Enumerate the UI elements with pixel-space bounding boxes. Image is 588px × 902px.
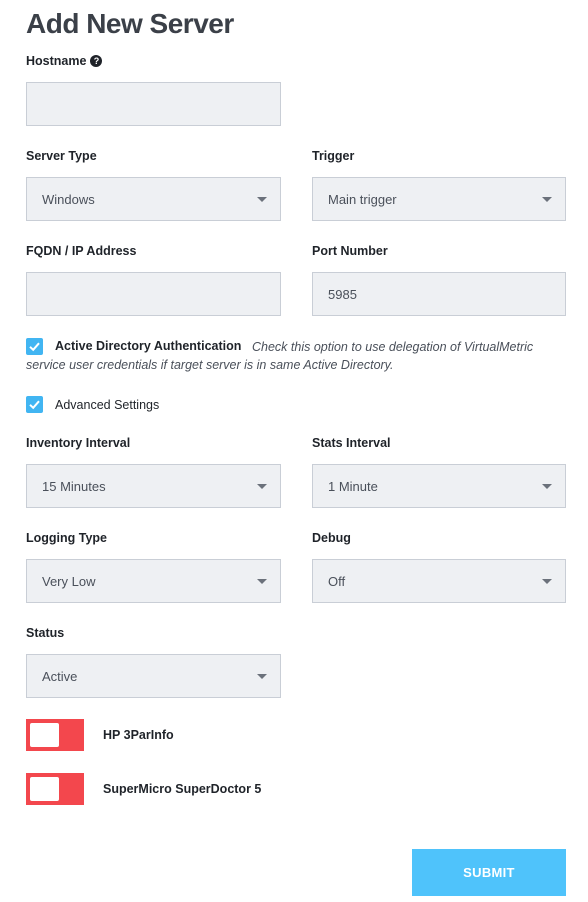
caret-down-icon bbox=[257, 579, 267, 584]
submit-button[interactable]: SUBMIT bbox=[412, 849, 566, 896]
server-type-value: Windows bbox=[42, 191, 95, 207]
debug-select[interactable]: Off bbox=[312, 559, 566, 603]
advanced-settings-checkbox[interactable] bbox=[26, 396, 43, 413]
checkmark-icon bbox=[29, 400, 40, 410]
server-type-select[interactable]: Windows bbox=[26, 177, 281, 221]
hp-3parinfo-label: HP 3ParInfo bbox=[103, 728, 174, 742]
server-type-label: Server Type bbox=[26, 149, 97, 163]
hostname-label: Hostname bbox=[26, 54, 87, 68]
toggle-knob bbox=[30, 777, 59, 801]
fqdn-input[interactable] bbox=[26, 272, 281, 316]
fqdn-label: FQDN / IP Address bbox=[26, 244, 137, 258]
status-select[interactable]: Active bbox=[26, 654, 281, 698]
caret-down-icon bbox=[542, 579, 552, 584]
stats-interval-value: 1 Minute bbox=[328, 478, 378, 494]
help-icon[interactable]: ? bbox=[90, 55, 103, 67]
ad-auth-checkbox[interactable] bbox=[26, 338, 43, 355]
status-value: Active bbox=[42, 668, 78, 684]
caret-down-icon bbox=[542, 197, 552, 202]
supermicro-superdoctor-label: SuperMicro SuperDoctor 5 bbox=[103, 782, 262, 796]
toggle-knob bbox=[30, 723, 59, 747]
trigger-value: Main trigger bbox=[328, 191, 397, 207]
logging-type-label: Logging Type bbox=[26, 531, 108, 545]
stats-interval-label: Stats Interval bbox=[312, 436, 391, 450]
ad-auth-label: Active Directory Authentication bbox=[55, 339, 242, 353]
hostname-input[interactable] bbox=[26, 82, 281, 126]
logging-type-select[interactable]: Very Low bbox=[26, 559, 281, 603]
stats-interval-select[interactable]: 1 Minute bbox=[312, 464, 566, 508]
port-label: Port Number bbox=[312, 244, 388, 258]
caret-down-icon bbox=[257, 484, 267, 489]
status-label: Status bbox=[26, 626, 65, 640]
caret-down-icon bbox=[257, 197, 267, 202]
hostname-label-row: Hostname ? bbox=[26, 54, 103, 68]
ad-auth-note-line2: service user credentials if target serve… bbox=[26, 358, 394, 372]
hp-3parinfo-toggle[interactable] bbox=[26, 719, 84, 751]
debug-label: Debug bbox=[312, 531, 351, 545]
port-input[interactable]: 5985 bbox=[312, 272, 566, 316]
logging-type-value: Very Low bbox=[42, 573, 96, 589]
trigger-label: Trigger bbox=[312, 149, 355, 163]
inventory-interval-select[interactable]: 15 Minutes bbox=[26, 464, 281, 508]
supermicro-superdoctor-toggle[interactable] bbox=[26, 773, 84, 805]
caret-down-icon bbox=[257, 674, 267, 679]
inventory-interval-value: 15 Minutes bbox=[42, 478, 106, 494]
caret-down-icon bbox=[542, 484, 552, 489]
checkmark-icon bbox=[29, 342, 40, 352]
inventory-interval-label: Inventory Interval bbox=[26, 436, 131, 450]
debug-value: Off bbox=[328, 573, 346, 589]
trigger-select[interactable]: Main trigger bbox=[312, 177, 566, 221]
advanced-settings-label: Advanced Settings bbox=[55, 398, 160, 412]
page-title: Add New Server bbox=[26, 8, 234, 39]
ad-auth-note-line1: Check this option to use delegation of V… bbox=[252, 340, 534, 354]
